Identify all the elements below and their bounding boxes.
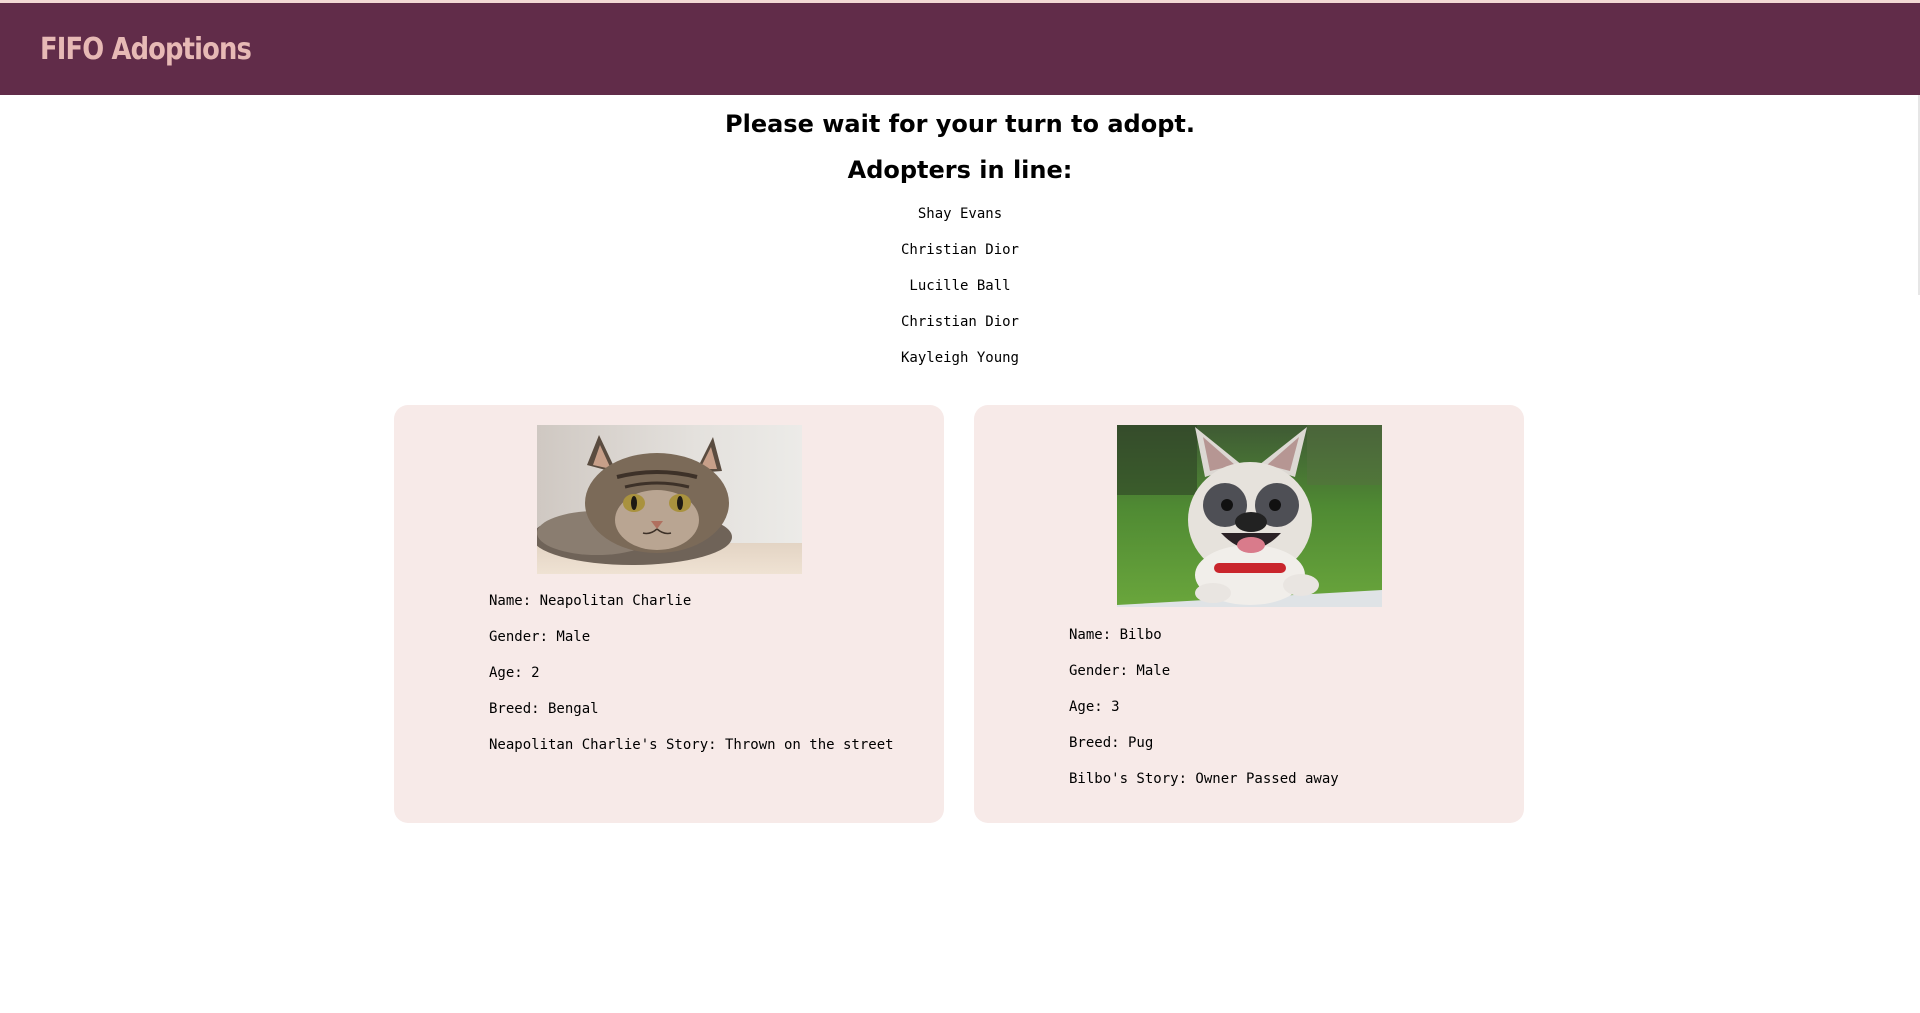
wait-message: Please wait for your turn to adopt. [725,110,1195,138]
adopter-item: Kayleigh Young [900,350,1019,366]
cat-image [537,425,802,574]
pet-card-dog: Name: Bilbo Gender: Male Age: 3 Breed: P… [974,405,1524,823]
cat-photo [537,425,802,574]
pet-name: Name: Neapolitan Charlie [489,593,692,609]
adopter-item: Shay Evans [917,206,1003,222]
pet-age: Age: 2 [489,665,540,681]
dog-image [1117,425,1382,607]
dog-details: Name: Bilbo Gender: Male Age: 3 Breed: P… [1069,617,1339,797]
adopters-heading: Adopters in line: [847,156,1073,184]
cat-details: Name: Neapolitan Charlie Gender: Male Ag… [489,583,894,763]
pet-card-cat: Name: Neapolitan Charlie Gender: Male Ag… [394,405,944,823]
pet-gender: Gender: Male [1069,663,1171,679]
pet-breed: Breed: Pug [1069,735,1154,751]
pet-gender: Gender: Male [489,629,591,645]
pet-story: Neapolitan Charlie's Story: Thrown on th… [489,737,894,753]
pet-cards: Name: Neapolitan Charlie Gender: Male Ag… [394,405,1524,823]
adopter-item: Lucille Ball [909,278,1011,294]
pet-name: Name: Bilbo [1069,627,1162,643]
brand-logo[interactable]: FIFO Adoptions [40,32,252,67]
main-content: Please wait for your turn to adopt. Adop… [0,107,1920,376]
pet-breed: Breed: Bengal [489,701,599,717]
adopter-item: Christian Dior [900,242,1019,258]
pet-age: Age: 3 [1069,699,1120,715]
adopters-list: Shay Evans Christian Dior Lucille Ball C… [0,196,1920,376]
pet-story: Bilbo's Story: Owner Passed away [1069,771,1339,787]
dog-photo [1117,425,1382,607]
adopter-item: Christian Dior [900,314,1019,330]
site-header: FIFO Adoptions [0,3,1920,95]
